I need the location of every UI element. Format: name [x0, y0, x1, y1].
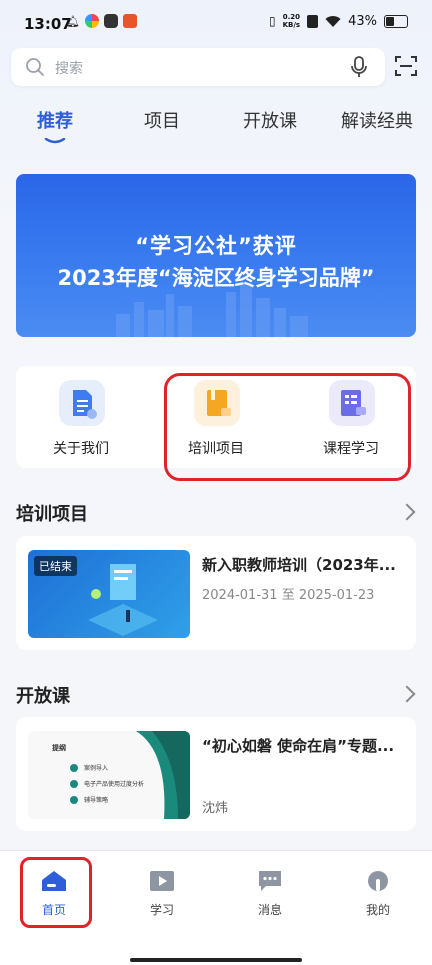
- sim-off-icon: [307, 14, 319, 28]
- promo-banner[interactable]: “学习公社”获评 2023年度“海淀区终身学习品牌”: [16, 174, 416, 337]
- status-bar: 13:07 🔔︎ ▯ 0.20 KB/s 43%: [0, 0, 432, 48]
- message-icon: [259, 871, 281, 891]
- chevron-right-icon[interactable]: [398, 685, 416, 703]
- battery-icon: [384, 14, 408, 28]
- network-speed: 0.20 KB/s: [283, 13, 300, 29]
- about-us-label: 关于我们: [53, 441, 109, 457]
- status-right-icons: ▯ 0.20 KB/s 43%: [269, 13, 408, 29]
- network-speed-value: 0.20: [282, 13, 300, 21]
- slide-point: 电子产品使用过度分析: [84, 781, 145, 788]
- nav-messages-label: 消息: [257, 903, 282, 917]
- date-separator: 至: [281, 588, 295, 603]
- scan-icon[interactable]: [394, 54, 418, 78]
- wifi-icon: [325, 15, 341, 27]
- course-thumbnail: 提纲 案例导入 电子产品使用过度分析 辅导策略: [28, 731, 190, 819]
- banner-headline-line2: 2023年度“海淀区终身学习品牌”: [57, 266, 375, 290]
- profile-icon: [368, 871, 388, 891]
- tab-classics[interactable]: 解读经典: [341, 107, 413, 133]
- search-input[interactable]: 搜索: [55, 58, 83, 78]
- nav-messages[interactable]: 消息: [240, 870, 300, 920]
- course-card-title: “初心如磐 使命在肩”专题...: [202, 737, 395, 755]
- date-start: 2024-01-31: [202, 588, 278, 603]
- training-thumbnail: 已结束: [28, 550, 190, 638]
- network-speed-unit: KB/s: [282, 21, 301, 29]
- status-time: 13:07: [24, 15, 72, 33]
- chevron-right-icon[interactable]: [398, 503, 416, 521]
- training-project-card[interactable]: 已结束 新入职教师培训（2023年... 2024-01-31 至 2025-0…: [16, 536, 416, 650]
- app-notification-icon: [84, 14, 99, 28]
- nav-study-label: 学习: [149, 903, 174, 917]
- status-badge: 已结束: [34, 556, 77, 576]
- tab-projects[interactable]: 项目: [144, 107, 180, 133]
- training-section-title: 培训项目: [16, 504, 88, 525]
- gesture-bar: [130, 958, 302, 962]
- tab-active-indicator: [44, 138, 66, 144]
- nav-study[interactable]: 学习: [132, 870, 192, 920]
- bell-icon: 🔔︎: [66, 14, 80, 28]
- training-card-dates: 2024-01-31 至 2025-01-23: [202, 584, 374, 603]
- course-author: 沈炜: [202, 801, 229, 816]
- slide-point: 辅导策略: [84, 797, 109, 804]
- open-course-card[interactable]: 提纲 案例导入 电子产品使用过度分析 辅导策略 “初心如磐 使命在肩”专题...…: [16, 717, 416, 831]
- tab-open-courses[interactable]: 开放课: [243, 107, 297, 133]
- search-icon: [26, 58, 44, 76]
- slide-point: 案例导入: [84, 765, 109, 772]
- highlight-box-entries: [164, 373, 411, 481]
- video-play-icon: [150, 871, 174, 891]
- open-course-section-title: 开放课: [16, 686, 70, 707]
- tab-recommend[interactable]: 推荐: [37, 107, 73, 133]
- training-card-title: 新入职教师培训（2023年...: [202, 556, 396, 574]
- status-notification-icons: 🔔︎: [66, 14, 137, 28]
- app-notification-icon: [122, 14, 137, 28]
- document-icon: [59, 380, 105, 426]
- slide-heading: 提纲: [52, 744, 66, 752]
- banner-headline-line1: “学习公社”获评: [135, 234, 297, 258]
- nav-profile-label: 我的: [365, 903, 390, 917]
- microphone-icon[interactable]: [349, 55, 369, 79]
- about-us-entry[interactable]: 关于我们: [16, 366, 146, 468]
- app-notification-icon: [103, 14, 118, 28]
- nav-profile[interactable]: 我的: [348, 870, 408, 920]
- date-end: 2025-01-23: [298, 588, 375, 603]
- battery-percent: 43%: [348, 13, 377, 29]
- vibrate-icon: ▯: [269, 14, 276, 28]
- highlight-box-home: [20, 857, 92, 928]
- search-bar[interactable]: 搜索: [11, 48, 385, 86]
